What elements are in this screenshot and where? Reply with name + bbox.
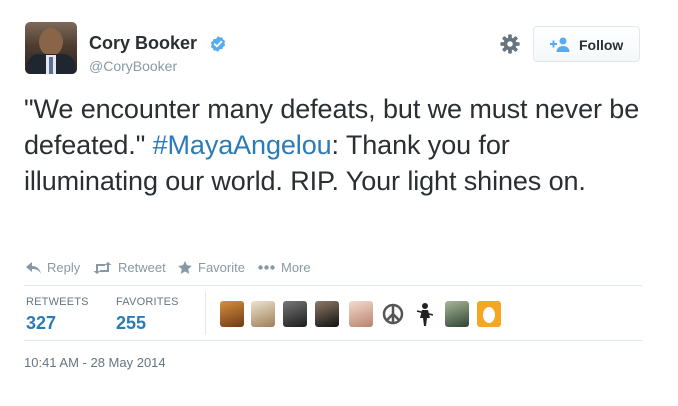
- retweet-action[interactable]: Retweet: [93, 260, 166, 275]
- peace-icon: [382, 303, 404, 325]
- more-action[interactable]: More: [258, 260, 311, 275]
- favorite-label: Favorite: [198, 260, 245, 275]
- silhouette-icon: [416, 303, 434, 326]
- favoriter-avatar-3[interactable]: [283, 301, 307, 327]
- favoriter-avatar-1[interactable]: [220, 301, 244, 327]
- favorite-action[interactable]: Favorite: [178, 260, 245, 275]
- user-handle[interactable]: @CoryBooker: [89, 58, 177, 74]
- favoriter-avatar-8[interactable]: [445, 301, 469, 327]
- avatar-face: [39, 28, 63, 56]
- add-user-icon: [550, 37, 570, 52]
- peace-sign-avatar[interactable]: [381, 301, 405, 327]
- retweets-count[interactable]: 327: [26, 313, 56, 334]
- retweet-icon: [93, 261, 112, 274]
- favoriter-avatar-2[interactable]: [251, 301, 275, 327]
- egg-icon: [483, 307, 495, 323]
- avatar-tie: [49, 57, 53, 74]
- reply-label: Reply: [47, 260, 81, 275]
- stats-top-divider: [24, 285, 642, 286]
- tweet-text: "We encounter many defeats, but we must …: [24, 91, 644, 199]
- favorites-label: FAVORITES: [116, 296, 179, 308]
- retweet-label: Retweet: [118, 260, 166, 275]
- favorites-count[interactable]: 255: [116, 313, 146, 334]
- follow-button-label: Follow: [579, 37, 624, 53]
- default-egg-avatar[interactable]: [477, 301, 501, 327]
- stats-vertical-divider: [205, 291, 206, 335]
- more-label: More: [281, 260, 311, 275]
- reply-action[interactable]: Reply: [26, 260, 80, 275]
- star-icon: [178, 261, 192, 274]
- favoriter-avatar-4[interactable]: [315, 301, 339, 327]
- stats-bottom-divider: [24, 340, 642, 341]
- verified-badge-icon: [210, 36, 226, 52]
- retweets-label: RETWEETS: [26, 296, 89, 308]
- follow-button[interactable]: Follow: [533, 26, 640, 62]
- tweet-timestamp[interactable]: 10:41 AM - 28 May 2014: [24, 355, 166, 370]
- gear-icon[interactable]: [499, 33, 521, 55]
- hashtag-link[interactable]: #MayaAngelou: [153, 130, 332, 160]
- reply-icon: [26, 261, 41, 274]
- user-name[interactable]: Cory Booker: [89, 33, 197, 54]
- favoriter-avatar-7[interactable]: [413, 301, 437, 327]
- more-icon: [258, 265, 275, 270]
- profile-avatar[interactable]: [25, 22, 77, 74]
- favoriter-avatar-5[interactable]: [349, 301, 373, 327]
